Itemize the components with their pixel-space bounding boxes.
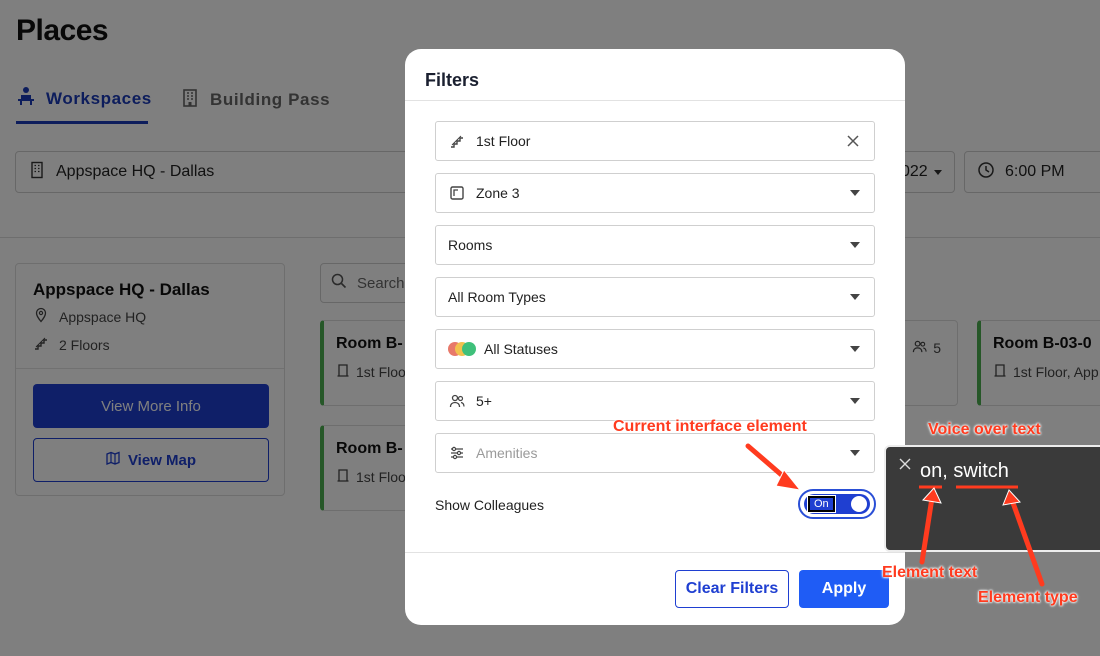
toggle-knob — [851, 496, 867, 512]
room-types-select[interactable]: All Room Types — [435, 277, 875, 317]
floor-select-value: 1st Floor — [476, 133, 531, 149]
chevron-down-icon — [850, 190, 860, 196]
chevron-down-icon — [850, 450, 860, 456]
zone-icon — [448, 184, 466, 202]
toggle-state-text: On — [807, 495, 836, 513]
filters-dialog: Filters 1st Floor Zone 3 Rooms All Room … — [405, 49, 905, 625]
annotation-voice-over: Voice over text — [928, 421, 1041, 438]
space-type-value: Rooms — [448, 237, 493, 253]
chevron-down-icon — [850, 242, 860, 248]
capacity-select[interactable]: 5+ — [435, 381, 875, 421]
zone-select-value: Zone 3 — [476, 185, 520, 201]
amenities-placeholder: Amenities — [476, 445, 538, 461]
capacity-select-value: 5+ — [476, 393, 492, 409]
modal-divider — [405, 552, 905, 553]
status-dots-icon — [448, 342, 478, 356]
close-icon[interactable] — [846, 134, 860, 148]
show-colleagues-toggle[interactable]: On — [798, 489, 876, 519]
floor-select[interactable]: 1st Floor — [435, 121, 875, 161]
chevron-down-icon — [850, 398, 860, 404]
amenities-select[interactable]: Amenities — [435, 433, 875, 473]
room-types-value: All Room Types — [448, 289, 546, 305]
voiceover-text: on, switch — [920, 460, 1009, 482]
filters-title: Filters — [425, 70, 480, 90]
voiceover-caption-panel: on, switch — [884, 445, 1100, 552]
modal-divider — [405, 100, 905, 101]
annotation-element-text: Element text — [882, 564, 978, 581]
annotation-current-element: Current interface element — [613, 418, 807, 435]
status-select-value: All Statuses — [484, 341, 558, 357]
stairs-icon — [448, 132, 466, 150]
people-icon — [448, 392, 466, 410]
toggle-track: On — [804, 494, 870, 514]
apply-button[interactable]: Apply — [799, 570, 889, 608]
show-colleagues-label: Show Colleagues — [435, 497, 544, 513]
sliders-icon — [448, 444, 466, 462]
clear-filters-button[interactable]: Clear Filters — [675, 570, 789, 608]
chevron-down-icon — [850, 294, 860, 300]
close-icon[interactable] — [899, 458, 911, 470]
space-type-select[interactable]: Rooms — [435, 225, 875, 265]
zone-select[interactable]: Zone 3 — [435, 173, 875, 213]
chevron-down-icon — [850, 346, 860, 352]
status-select[interactable]: All Statuses — [435, 329, 875, 369]
annotation-element-type: Element type — [978, 589, 1078, 606]
